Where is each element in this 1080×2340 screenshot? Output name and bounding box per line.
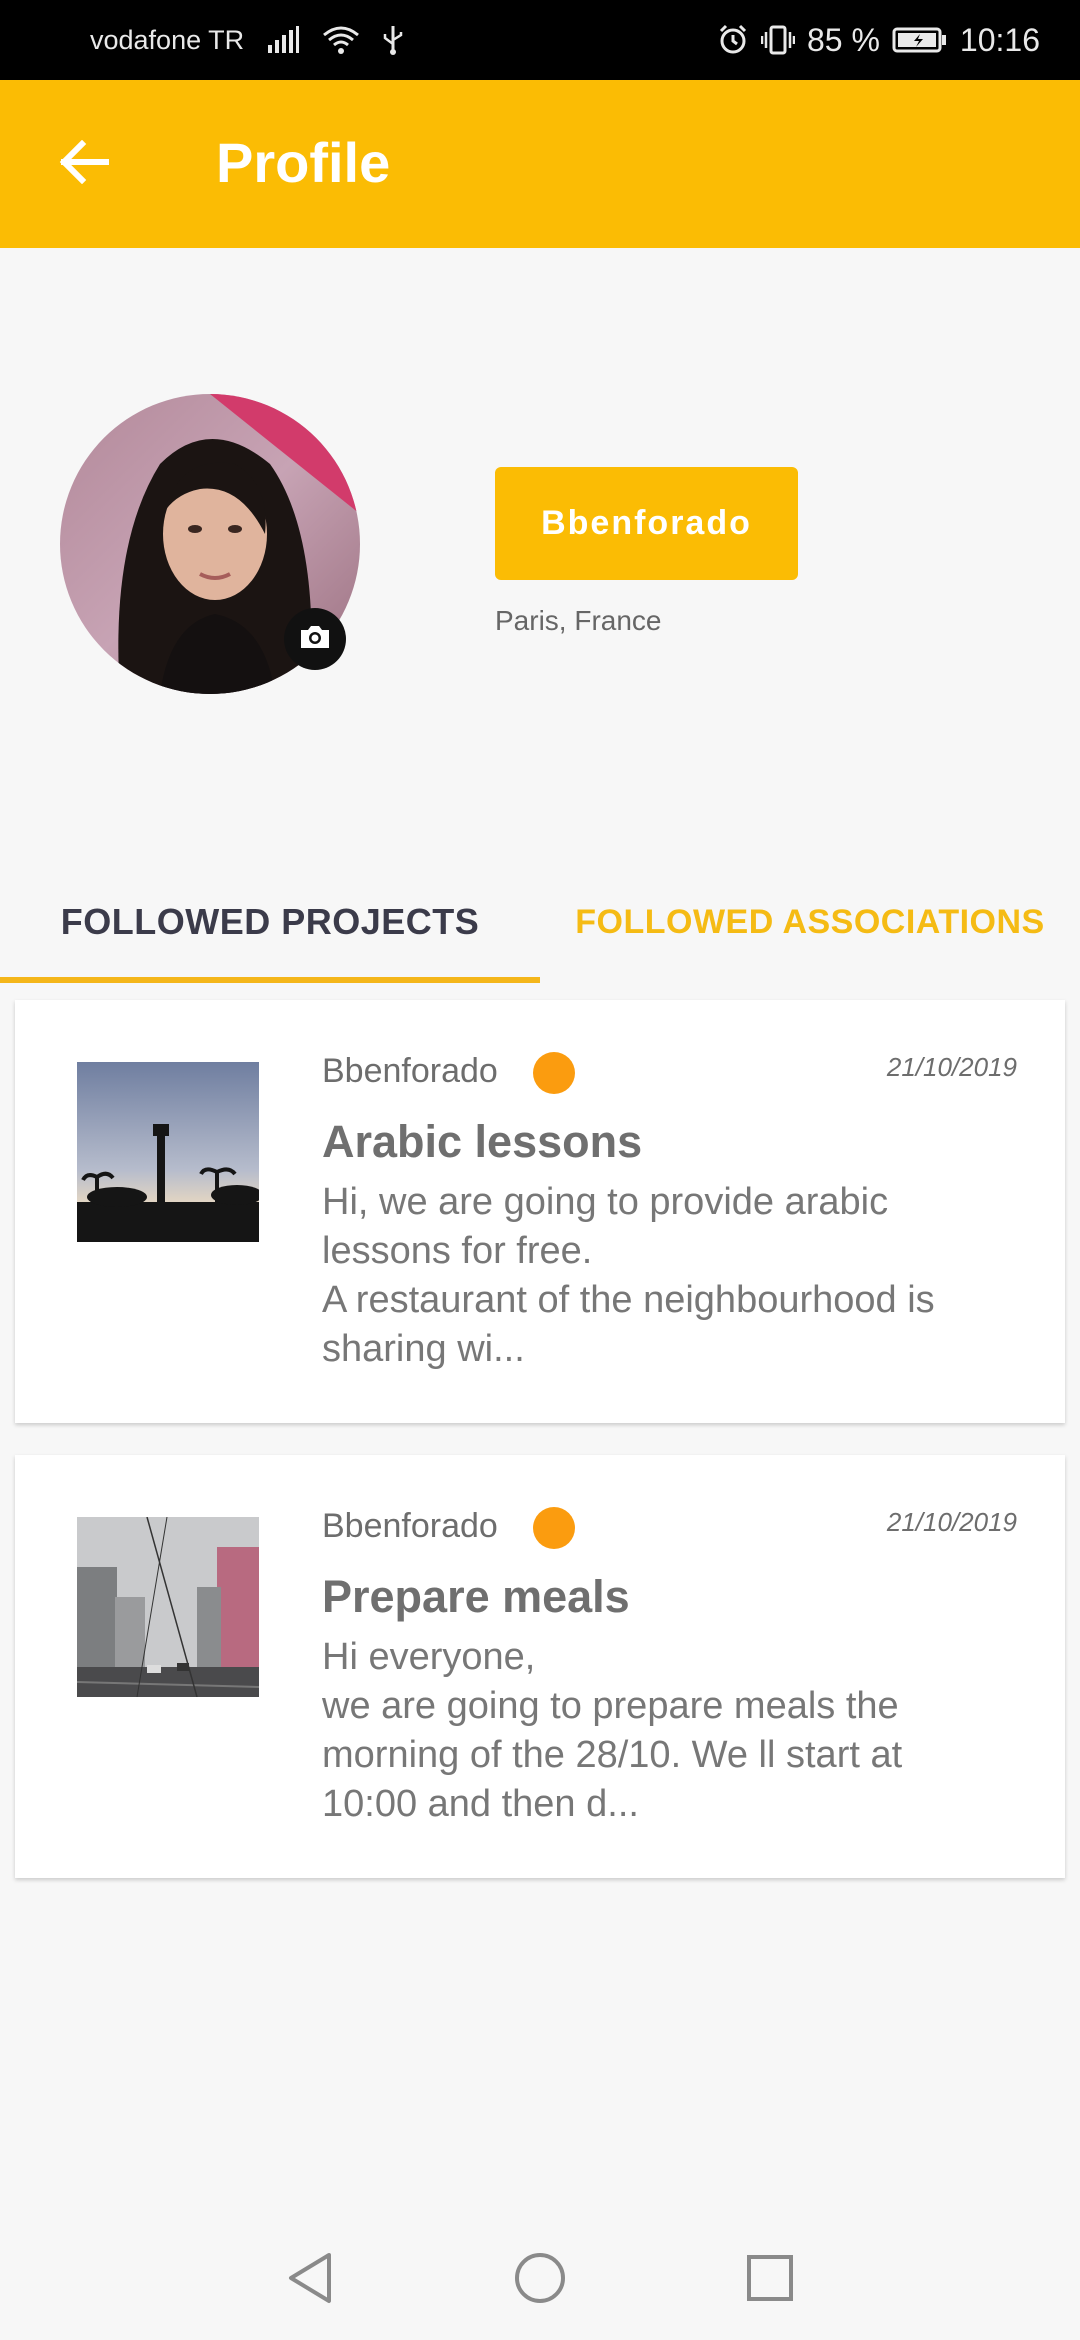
- project-description: Hi everyone, we are going to prepare mea…: [322, 1636, 903, 1825]
- location-label: Paris, France: [495, 605, 662, 636]
- project-author: Bbenforado: [322, 1052, 498, 1090]
- project-thumbnail: [77, 1062, 259, 1242]
- project-title: Arabic lessons: [322, 1116, 643, 1167]
- wifi-icon: [322, 25, 360, 55]
- alarm-icon: [717, 24, 749, 56]
- nav-back-button[interactable]: [280, 2250, 340, 2310]
- camera-icon: [298, 623, 332, 656]
- page-title: Profile: [216, 131, 391, 194]
- clock: 10:16: [959, 21, 1040, 58]
- tab-bar: FOLLOWED PROJECTS FOLLOWED ASSOCIATIONS: [0, 860, 1080, 984]
- tab-indicator: [0, 977, 540, 983]
- app-bar: Profile: [0, 80, 1080, 248]
- tab-followed-associations[interactable]: FOLLOWED ASSOCIATIONS: [540, 860, 1080, 984]
- project-author: Bbenforado: [322, 1507, 498, 1545]
- status-bar: vodafone TR 85 % 10:16: [0, 0, 1080, 80]
- vibrate-icon: [760, 24, 795, 56]
- project-description: Hi, we are going to provide arabic lesso…: [322, 1181, 935, 1370]
- battery-percent: 85 %: [806, 21, 880, 58]
- project-date: 21/10/2019: [886, 1052, 1017, 1082]
- usb-icon: [382, 24, 404, 56]
- project-date: 21/10/2019: [886, 1507, 1017, 1537]
- recents-square-icon: [745, 2253, 795, 2308]
- system-nav-bar: [0, 2220, 1080, 2340]
- username-button[interactable]: Bbenforado: [495, 467, 798, 580]
- project-title: Prepare meals: [322, 1571, 630, 1622]
- status-dot: [533, 1507, 575, 1549]
- back-button[interactable]: [52, 132, 116, 196]
- tab-followed-projects[interactable]: FOLLOWED PROJECTS: [0, 860, 540, 984]
- home-circle-icon: [513, 2251, 567, 2310]
- status-dot: [533, 1052, 575, 1094]
- project-thumbnail: [77, 1517, 259, 1697]
- project-card[interactable]: Bbenforado 21/10/2019 Arabic lessons Hi,…: [15, 1000, 1065, 1423]
- carrier-label: vodafone TR: [90, 24, 245, 55]
- arrow-left-icon: [58, 139, 110, 189]
- nav-recents-button[interactable]: [740, 2250, 800, 2310]
- battery-icon: [892, 26, 948, 54]
- project-card[interactable]: Bbenforado 21/10/2019 Prepare meals Hi e…: [15, 1455, 1065, 1878]
- back-triangle-icon: [285, 2251, 335, 2310]
- nav-home-button[interactable]: [510, 2250, 570, 2310]
- change-photo-button[interactable]: [284, 608, 346, 670]
- signal-icon: [266, 25, 300, 55]
